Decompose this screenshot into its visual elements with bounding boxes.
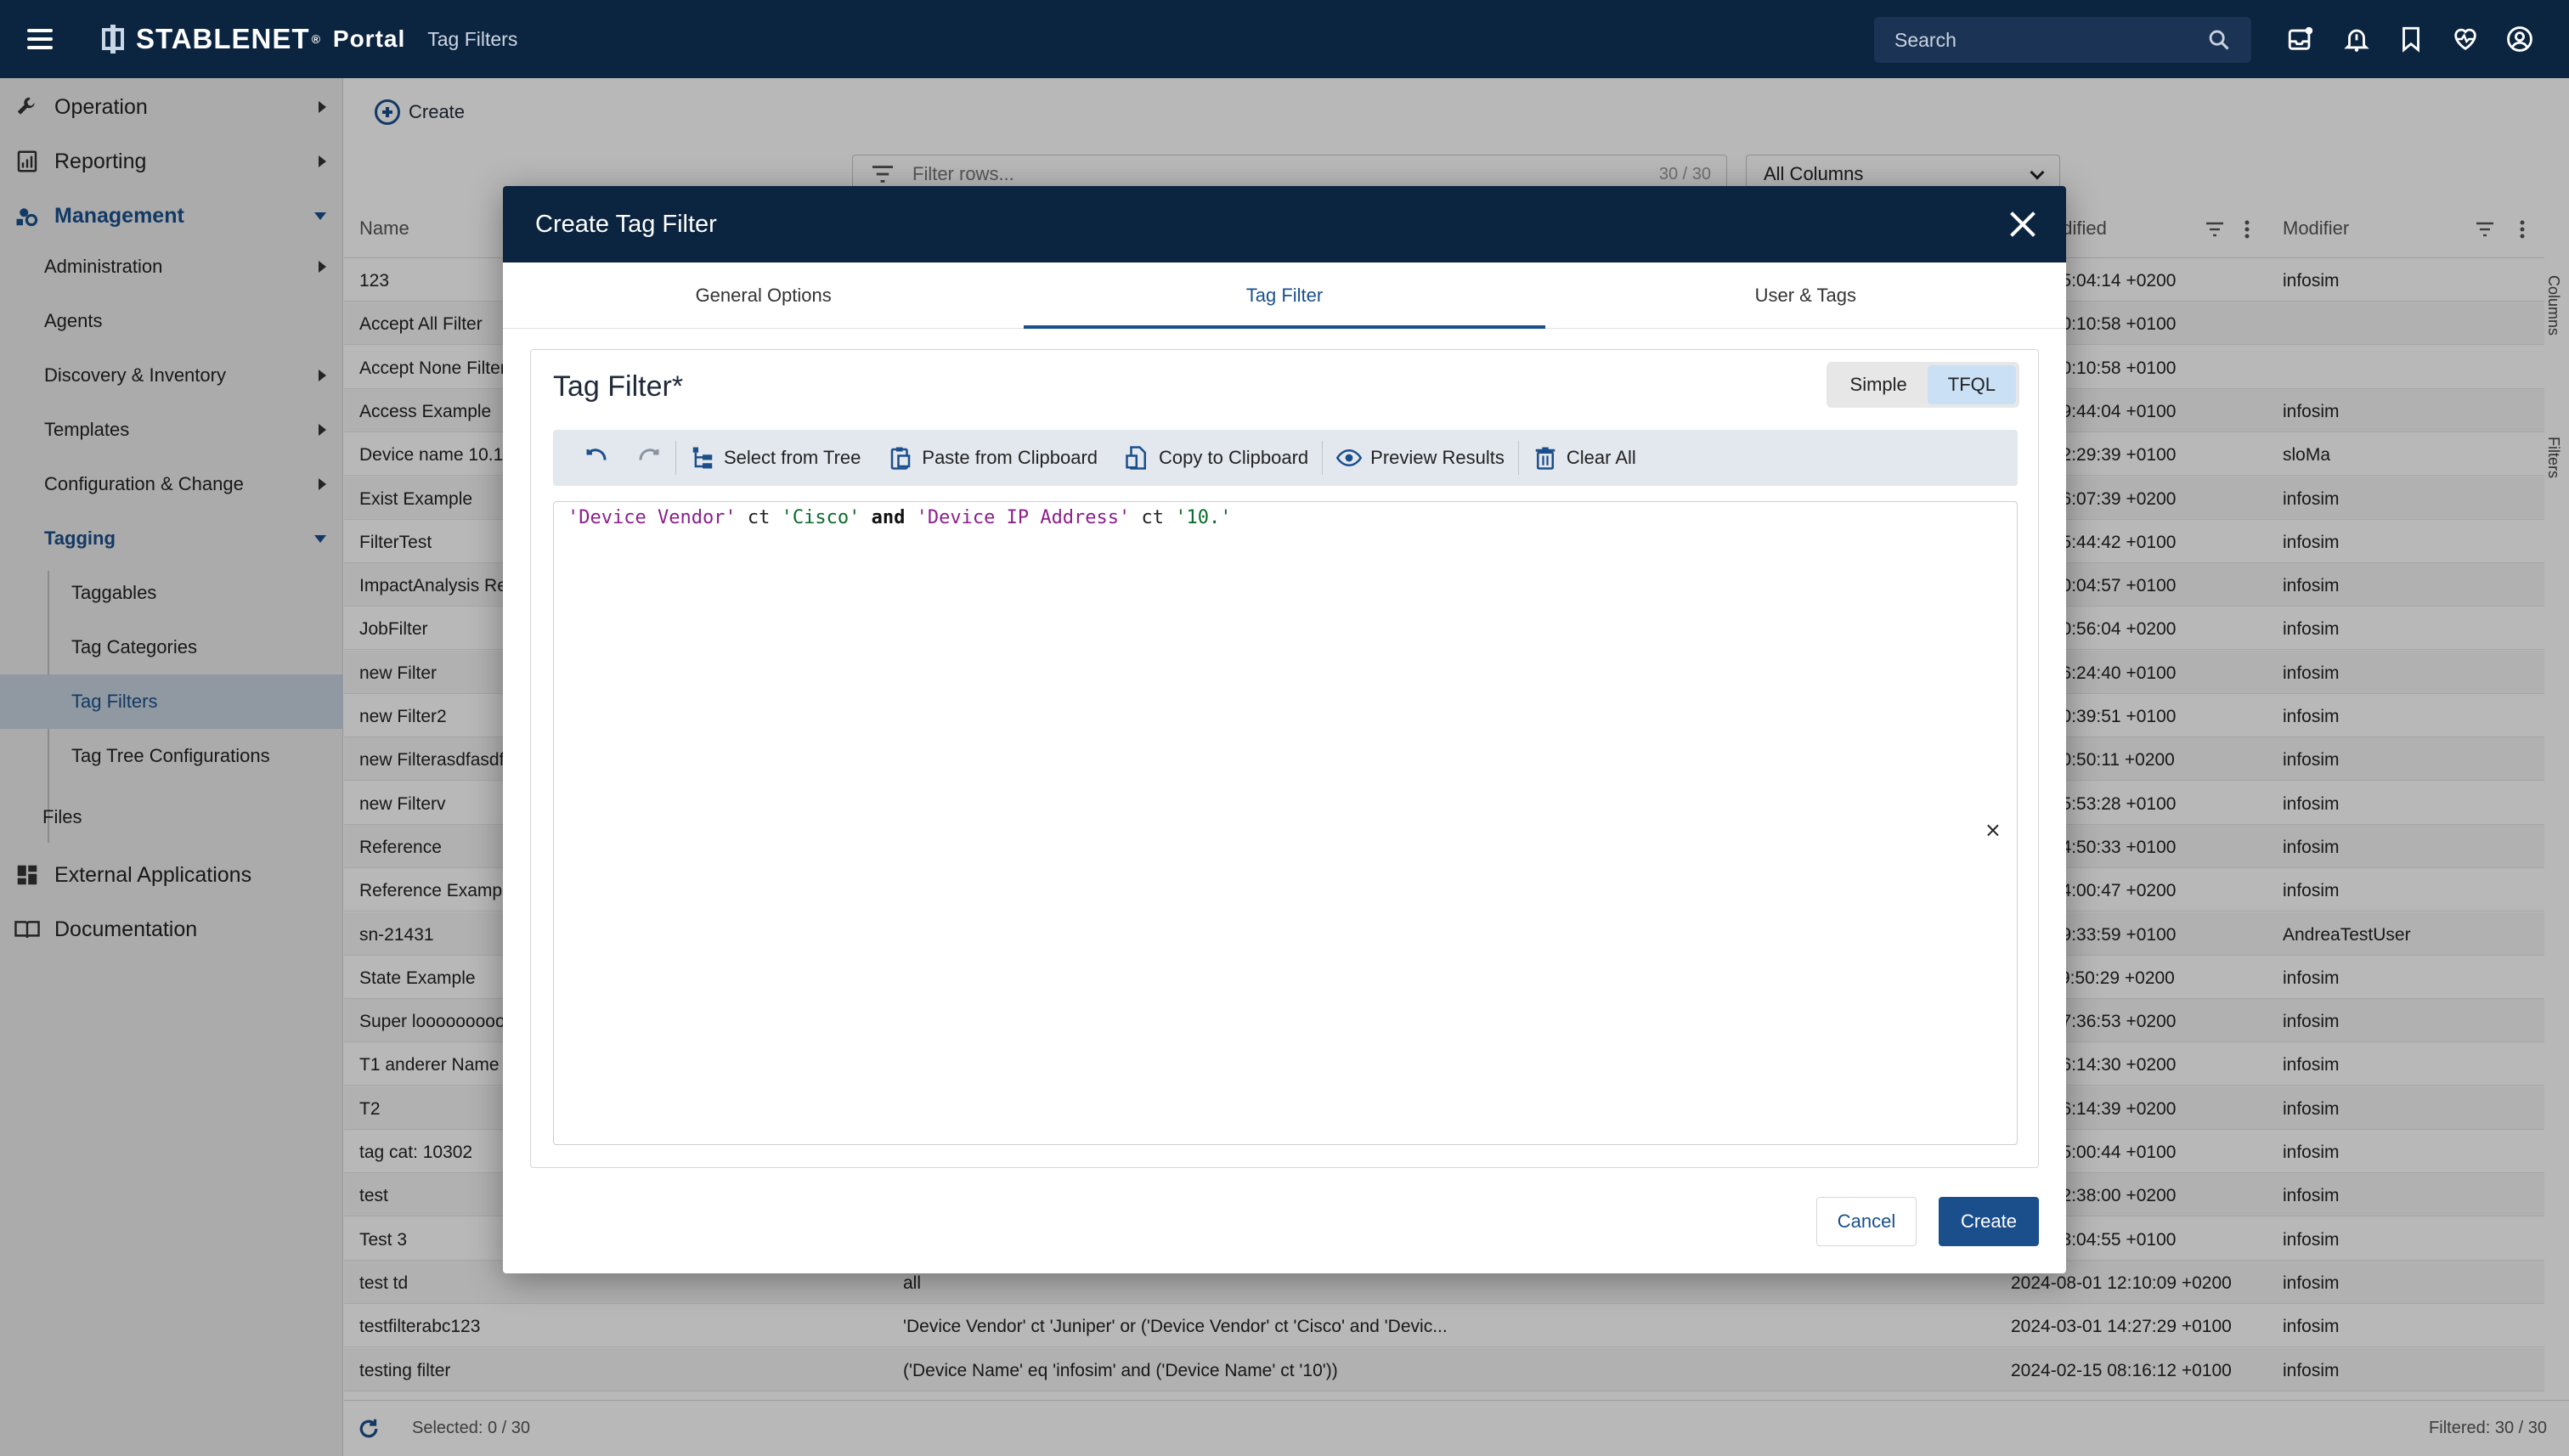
breadcrumb: Tag Filters: [427, 27, 518, 50]
tag-filter-panel: Tag Filter* Simple TFQL Select from Tree…: [530, 349, 2039, 1168]
eye-icon: [1336, 449, 1363, 467]
query-token: '10.': [1175, 507, 1232, 528]
query-token: and: [860, 507, 917, 528]
trash-icon: [1535, 447, 1556, 470]
query-token: ct: [736, 507, 782, 528]
redo-icon: [639, 449, 659, 460]
tab-general-options[interactable]: General Options: [503, 262, 1024, 328]
query-token: 'Device Vendor': [567, 507, 737, 528]
search-icon[interactable]: [2207, 28, 2231, 52]
redo-button[interactable]: [623, 430, 675, 486]
panel-title: Tag Filter*: [553, 370, 684, 403]
top-bar: STABLENET ® Portal Tag Filters: [0, 0, 2569, 78]
clear-editor-icon[interactable]: ×: [1985, 818, 2002, 842]
dialog-header: Create Tag Filter: [503, 186, 2066, 262]
logo-reg: ®: [311, 32, 321, 46]
dialog-tabs: General Options Tag Filter User & Tags: [503, 262, 2066, 329]
alarm-bell-icon[interactable]: [2341, 24, 2372, 54]
preview-label: Preview Results: [1370, 447, 1505, 468]
logo-text: STABLENET: [136, 23, 310, 54]
mode-tfql-button[interactable]: TFQL: [1927, 365, 2016, 404]
paste-label: Paste from Clipboard: [922, 447, 1098, 468]
portal-label: Portal: [332, 25, 406, 52]
copy-icon: [1126, 446, 1147, 470]
user-account-icon[interactable]: [2504, 24, 2535, 54]
health-heart-icon[interactable]: [2450, 24, 2481, 54]
copy-to-clipboard-button[interactable]: Copy to Clipboard: [1111, 430, 1322, 486]
preview-results-button[interactable]: Preview Results: [1323, 430, 1518, 486]
search-input[interactable]: [1894, 28, 2207, 52]
bookmark-icon[interactable]: [2396, 24, 2426, 54]
create-submit-button[interactable]: Create: [1939, 1197, 2039, 1246]
undo-icon: [586, 449, 607, 460]
undo-button[interactable]: [553, 430, 623, 486]
tree-icon: [692, 447, 713, 469]
stablenet-logo-icon: [99, 25, 127, 54]
query-token: ct: [1130, 507, 1176, 528]
cancel-button[interactable]: Cancel: [1816, 1197, 1917, 1246]
mode-simple-button[interactable]: Simple: [1830, 365, 1928, 404]
clear-all-button[interactable]: Clear All: [1519, 430, 1650, 486]
query-token: 'Device IP Address': [916, 507, 1131, 528]
copy-label: Copy to Clipboard: [1159, 447, 1309, 468]
mode-toggle: Simple TFQL: [1826, 362, 2019, 408]
search-box[interactable]: [1874, 17, 2251, 63]
create-tag-filter-dialog: Create Tag Filter General Options Tag Fi…: [503, 186, 2066, 1273]
close-icon[interactable]: [2008, 210, 2037, 239]
menu-icon[interactable]: [27, 22, 61, 56]
dialog-title: Create Tag Filter: [535, 210, 717, 238]
paste-icon: [891, 447, 911, 470]
logo[interactable]: STABLENET ® Portal: [99, 23, 405, 55]
editor-toolbar: Select from Tree Paste from Clipboard Co…: [553, 430, 2018, 486]
query-token: 'Cisco': [781, 507, 861, 528]
tab-tag-filter[interactable]: Tag Filter: [1024, 262, 1545, 329]
select-from-tree-button[interactable]: Select from Tree: [676, 430, 874, 486]
inbox-icon[interactable]: [2285, 24, 2316, 54]
clear-all-label: Clear All: [1566, 447, 1636, 468]
tfql-editor[interactable]: 'Device Vendor' ct 'Cisco' and 'Device I…: [553, 501, 2018, 1145]
select-from-tree-label: Select from Tree: [724, 447, 861, 468]
tab-user-tags[interactable]: User & Tags: [1545, 262, 2066, 328]
paste-from-clipboard-button[interactable]: Paste from Clipboard: [874, 430, 1111, 486]
